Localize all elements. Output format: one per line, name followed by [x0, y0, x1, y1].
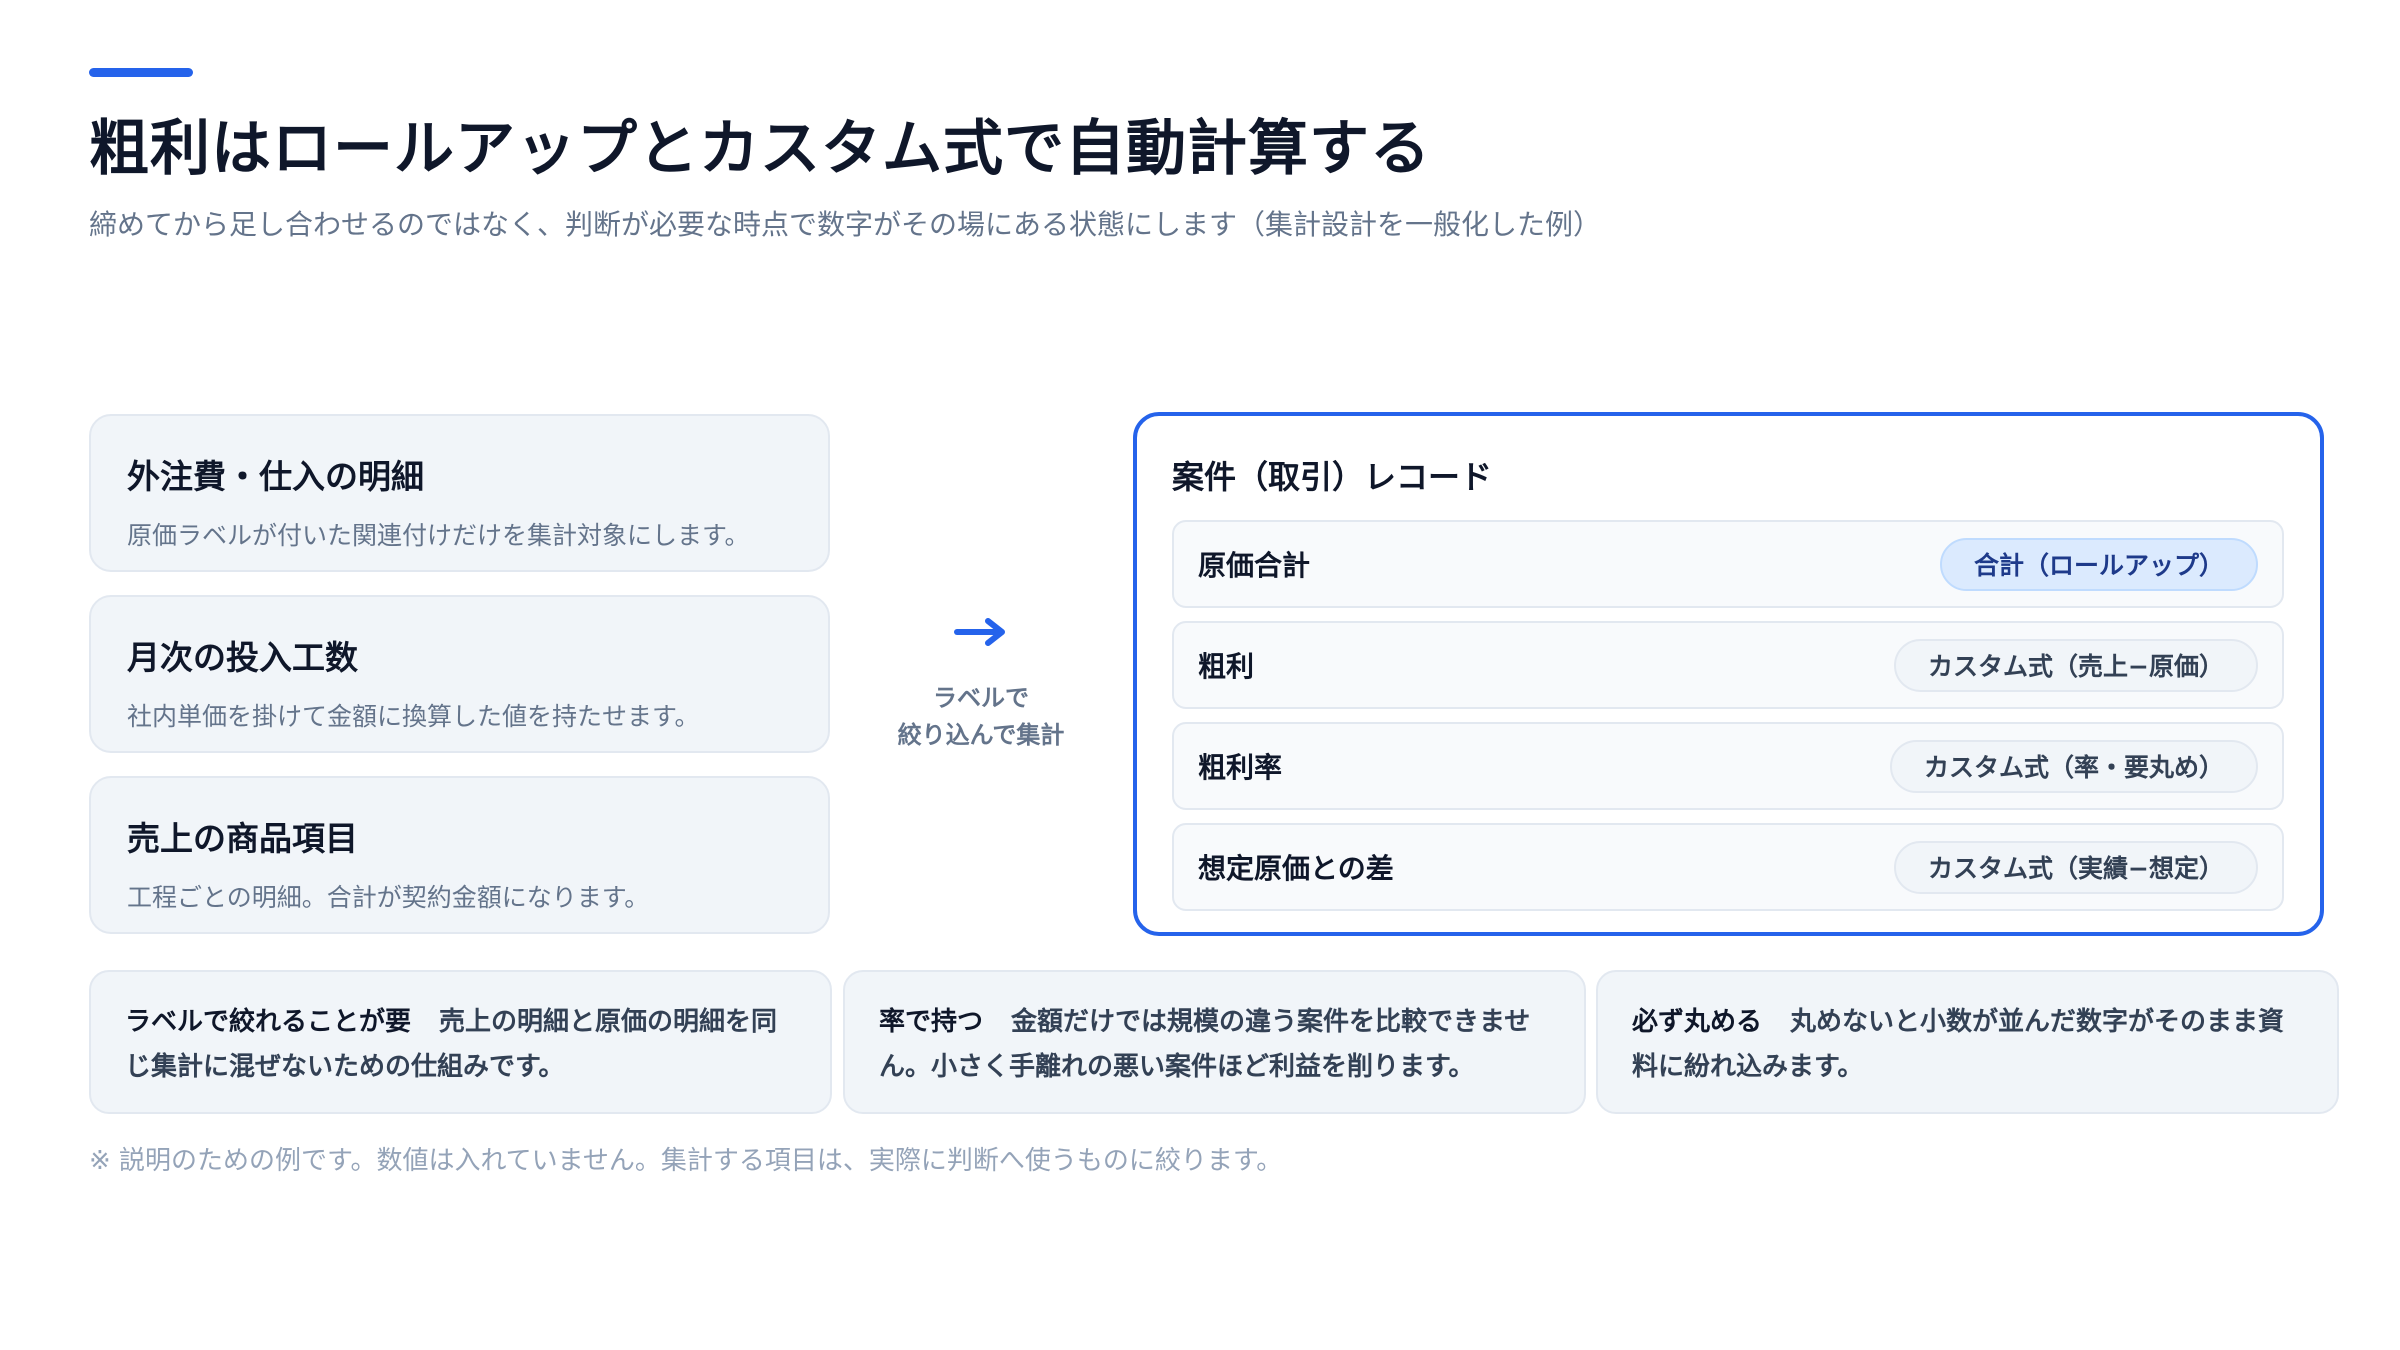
flow-label-line: ラベルで: [933, 684, 1029, 712]
source-card-desc: 社内単価を掛けて金額に換算した値を持たせます。: [127, 702, 700, 731]
arrow-right-icon: [938, 602, 1024, 662]
note-key: 率で持つ: [879, 1007, 984, 1037]
note-card-rounding: 必ず丸める 丸めないと小数が並んだ数字がそのまま資料に紛れ込みます。: [1596, 970, 2339, 1114]
note-key: 必ず丸める: [1632, 1007, 1763, 1037]
source-card-desc: 工程ごとの明細。合計が契約金額になります。: [127, 883, 650, 912]
field-name: 粗利: [1198, 650, 1255, 683]
footnote: ※ 説明のための例です。数値は入れていません。集計する項目は、実際に判断へ使うも…: [89, 1146, 1283, 1176]
source-card-desc: 原価ラベルが付いた関連付けだけを集計対象にします。: [127, 521, 750, 550]
source-card-title: 外注費・仕入の明細: [127, 457, 424, 496]
field-type-chip: 合計（ロールアップ）: [1939, 537, 2258, 591]
source-card-sales-items: 売上の商品項目 工程ごとの明細。合計が契約金額になります。: [89, 776, 830, 934]
note-card-ratio: 率で持つ 金額だけでは規模の違う案件を比較できません。小さく手離れの悪い案件ほど利…: [843, 970, 1586, 1114]
flow-label: ラベルで 絞り込んで集計: [858, 680, 1104, 754]
deal-record-panel: 案件（取引）レコード 原価合計 合計（ロールアップ） 粗利 カスタム式（売上−原…: [1133, 412, 2324, 936]
page-subtitle: 締めてから足し合わせるのではなく、判断が必要な時点で数字がその場にある状態にしま…: [89, 208, 1602, 241]
source-card-workload: 月次の投入工数 社内単価を掛けて金額に換算した値を持たせます。: [89, 595, 830, 753]
page-title: 粗利はロールアップとカスタム式で自動計算する: [89, 114, 1431, 184]
record-title: 案件（取引）レコード: [1172, 458, 1493, 496]
record-field-row: 想定原価との差 カスタム式（実績−想定）: [1172, 823, 2284, 911]
field-name: 想定原価との差: [1198, 852, 1394, 885]
note-key: ラベルで絞れることが要: [125, 1007, 412, 1037]
slide: 粗利はロールアップとカスタム式で自動計算する 締めてから足し合わせるのではなく、…: [0, 0, 2400, 1350]
record-field-row: 粗利 カスタム式（売上−原価）: [1172, 621, 2284, 709]
record-field-row: 粗利率 カスタム式（率・要丸め）: [1172, 722, 2284, 810]
source-card-title: 売上の商品項目: [127, 819, 358, 858]
title-accent-bar: [89, 68, 193, 77]
field-name: 粗利率: [1198, 751, 1283, 784]
record-field-row: 原価合計 合計（ロールアップ）: [1172, 520, 2284, 608]
flow-label-line: 絞り込んで集計: [897, 721, 1065, 749]
field-name: 原価合計: [1198, 549, 1311, 582]
note-card-label-filter: ラベルで絞れることが要 売上の明細と原価の明細を同じ集計に混ぜないための仕組みです…: [89, 970, 832, 1114]
field-type-chip: カスタム式（売上−原価）: [1894, 638, 2258, 692]
source-card-title: 月次の投入工数: [127, 638, 358, 677]
field-type-chip: カスタム式（率・要丸め）: [1889, 739, 2258, 793]
source-card-outsourcing: 外注費・仕入の明細 原価ラベルが付いた関連付けだけを集計対象にします。: [89, 414, 830, 572]
field-type-chip: カスタム式（実績−想定）: [1894, 840, 2258, 894]
